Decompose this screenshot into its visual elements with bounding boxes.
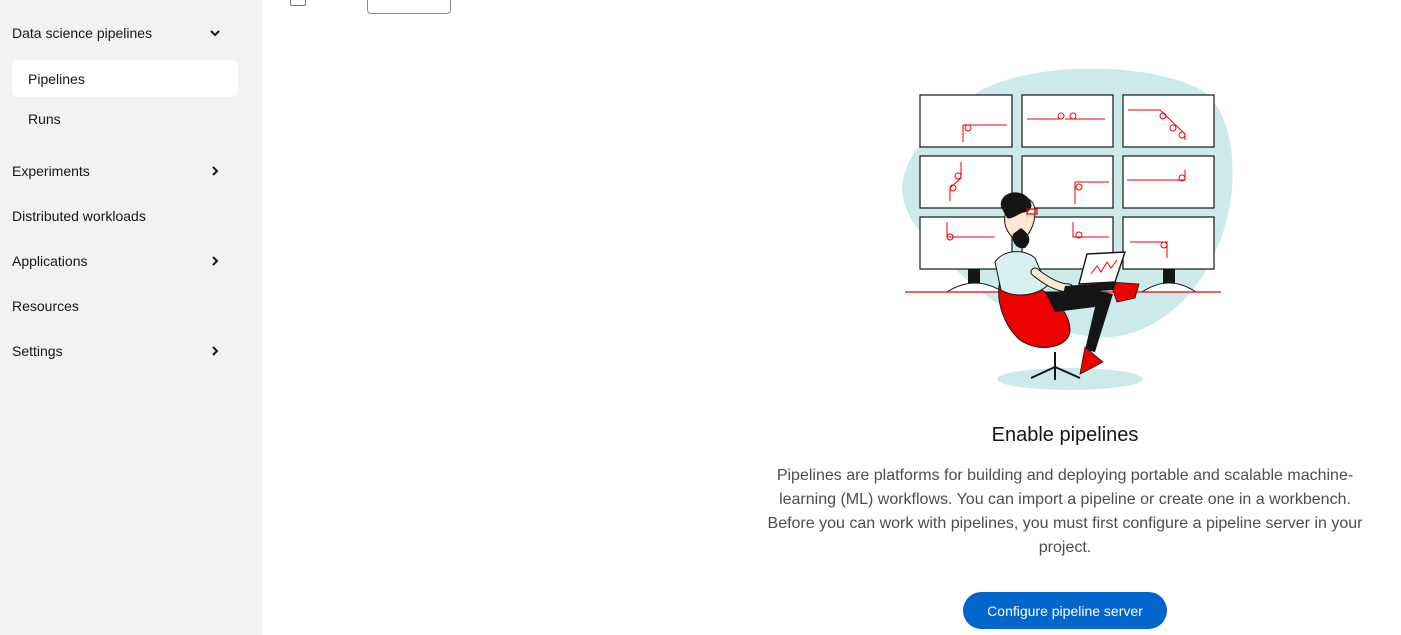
nav-label: Distributed workloads — [12, 208, 146, 224]
configure-pipeline-server-button[interactable]: Configure pipeline server — [963, 592, 1167, 629]
sidebar: Data science pipelines Pipelines Runs Ex… — [0, 0, 262, 635]
toolbar-checkbox[interactable] — [290, 0, 306, 6]
nav-group-experiments[interactable]: Experiments — [0, 153, 250, 189]
nav-label: Applications — [12, 253, 88, 269]
nav-label: Runs — [28, 110, 61, 127]
nav-item-distributed-workloads[interactable]: Distributed workloads — [0, 198, 250, 234]
sidebar-item-runs[interactable]: Runs — [12, 100, 238, 137]
nav-label: Resources — [12, 298, 79, 314]
chevron-down-icon — [208, 26, 222, 40]
toolbar-select[interactable] — [367, 0, 451, 14]
nav-label: Experiments — [12, 163, 90, 179]
nav-group-data-science-pipelines[interactable]: Data science pipelines — [0, 15, 250, 51]
nav-label: Pipelines — [28, 70, 85, 87]
nav-group-settings[interactable]: Settings — [0, 333, 250, 369]
nav-label: Settings — [12, 343, 63, 359]
empty-state-description: Pipelines are platforms for building and… — [767, 467, 1363, 556]
sidebar-item-pipelines[interactable]: Pipelines — [12, 60, 238, 97]
nav-item-resources[interactable]: Resources — [0, 288, 250, 324]
nav-label: Data science pipelines — [12, 25, 153, 41]
empty-state-title: Enable pipelines — [991, 424, 1139, 446]
chevron-right-icon — [208, 344, 222, 358]
pipelines-empty-illustration — [895, 62, 1235, 392]
chevron-right-icon — [208, 164, 222, 178]
nav-group-applications[interactable]: Applications — [0, 243, 250, 279]
chevron-right-icon — [208, 254, 222, 268]
